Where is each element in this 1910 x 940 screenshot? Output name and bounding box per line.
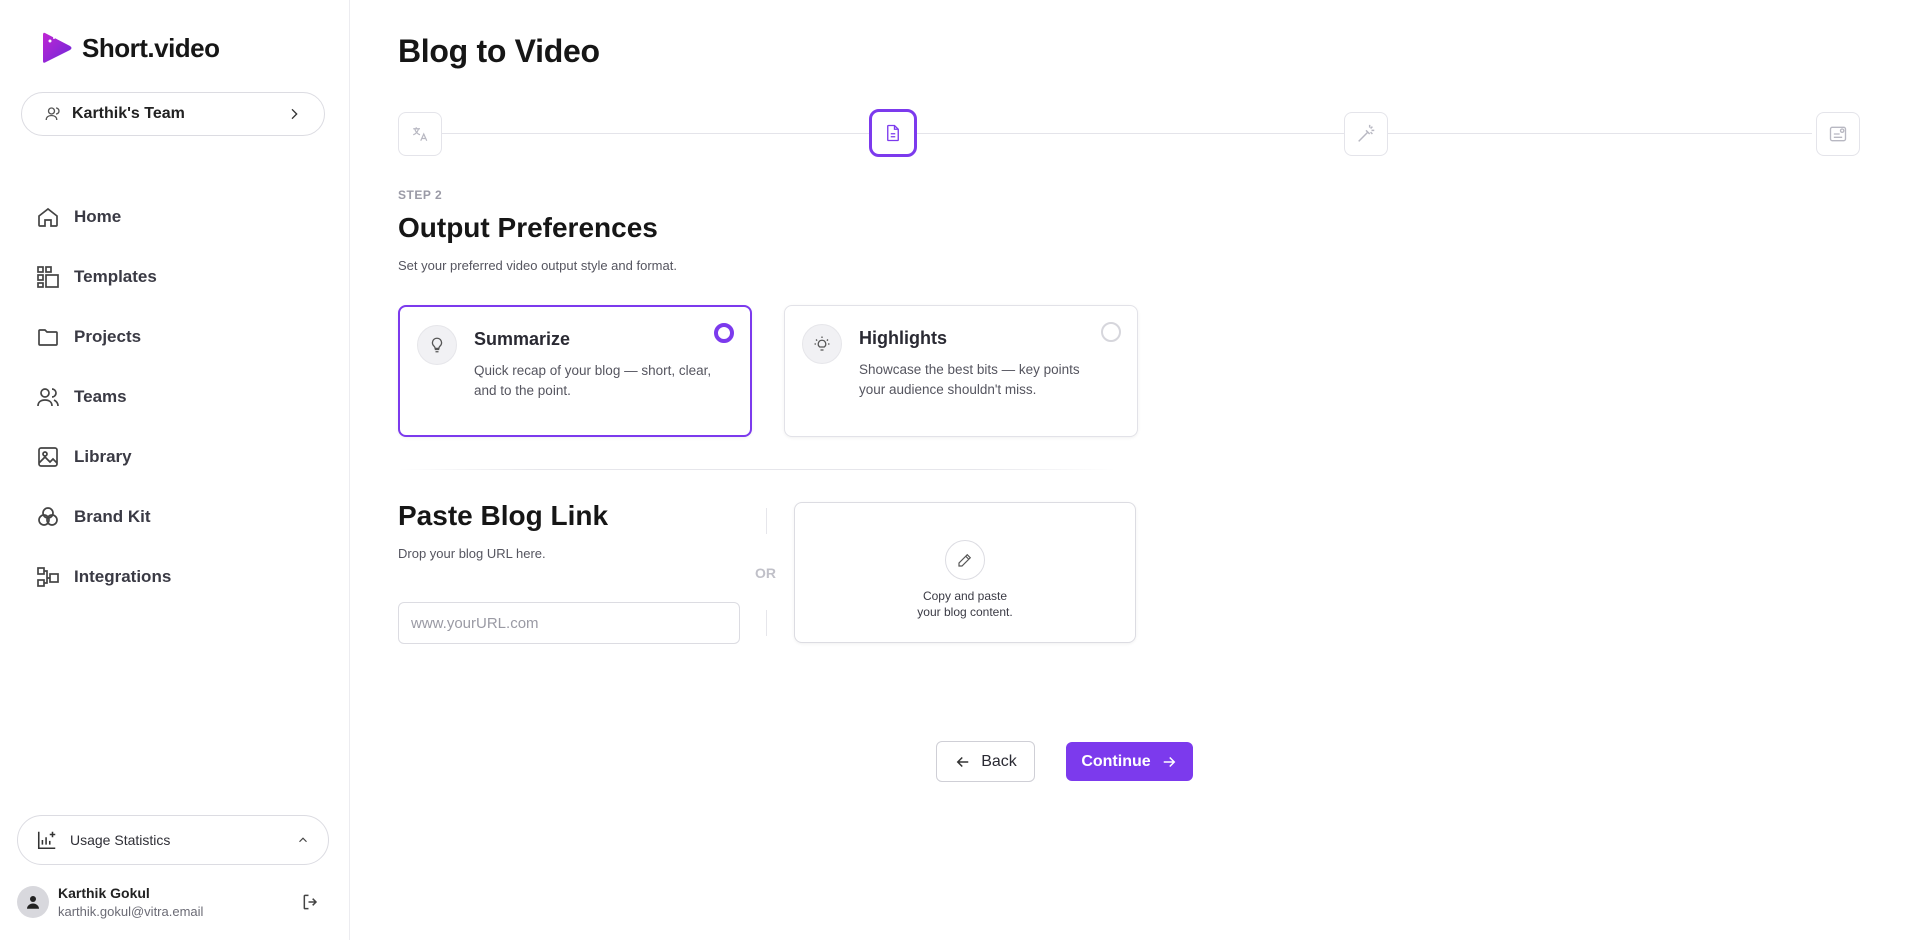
arrow-left-icon — [956, 756, 969, 767]
or-label: OR — [755, 565, 776, 581]
option-summarize[interactable]: Summarize Quick recap of your blog — sho… — [398, 305, 752, 437]
sidebar-item-label: Projects — [74, 327, 142, 346]
sidebar-item-projects[interactable]: Projects — [36, 307, 171, 367]
back-label: Back — [981, 752, 1017, 770]
user-profile: Karthik Gokul karthik.gokul@vitra.email — [17, 880, 329, 924]
sidebar-item-label: Home — [74, 207, 122, 226]
lightbulb-icon — [417, 325, 457, 365]
stepper-track — [442, 133, 1812, 134]
magic-wand-icon — [1358, 124, 1375, 142]
finalize-icon — [1829, 126, 1847, 142]
sidebar-item-label: Teams — [74, 387, 127, 406]
logo-icon — [43, 32, 72, 63]
or-divider-bottom — [766, 610, 767, 636]
main-nav: Home Templates Projects Teams Library Br… — [36, 187, 171, 607]
continue-button[interactable]: Continue — [1066, 742, 1193, 781]
page-title: Blog to Video — [398, 33, 600, 69]
document-icon — [887, 124, 899, 142]
option-radio[interactable] — [714, 323, 734, 343]
image-icon — [38, 447, 58, 467]
user-info: Karthik Gokul karthik.gokul@vitra.email — [58, 885, 301, 919]
step-3-magic[interactable] — [1344, 112, 1388, 156]
team-name: Karthik's Team — [72, 105, 185, 122]
home-icon — [38, 207, 58, 227]
usage-statistics-toggle[interactable]: Usage Statistics — [17, 815, 329, 865]
option-description: Showcase the best bits — key points your… — [859, 362, 1080, 397]
team-switcher[interactable]: Karthik's Team — [21, 92, 325, 136]
users-icon — [37, 388, 59, 407]
step-1-translate[interactable] — [398, 112, 442, 156]
avatar[interactable] — [17, 886, 49, 918]
user-email: karthik.gokul@vitra.email — [58, 904, 204, 919]
logo-text: Short.video — [82, 32, 220, 63]
option-description: Quick recap of your blog — short, clear,… — [474, 363, 712, 398]
pencil-icon — [945, 540, 985, 580]
logo[interactable]: Short.video — [38, 30, 220, 66]
continue-label: Continue — [1081, 752, 1151, 770]
step-4-finalize[interactable] — [1816, 112, 1860, 156]
chevron-right-icon — [291, 108, 298, 120]
sidebar-item-home[interactable]: Home — [36, 187, 171, 247]
usage-statistics-label: Usage Statistics — [70, 832, 171, 848]
option-title: Highlights — [859, 328, 947, 348]
sidebar: Short.video Karthik's Team Home Template… — [0, 0, 350, 940]
step-2-document[interactable] — [869, 109, 917, 157]
paste-box-text: Copy and paste your blog content. — [795, 588, 1135, 620]
paste-box-line-1: Copy and paste — [922, 589, 1008, 603]
chevron-up-icon — [299, 837, 307, 843]
section-divider — [398, 469, 1116, 470]
section-subtitle: Set your preferred video output style an… — [398, 258, 677, 273]
sidebar-item-teams[interactable]: Teams — [36, 367, 171, 427]
sidebar-item-label: Integrations — [74, 567, 172, 586]
blog-url-input[interactable] — [398, 602, 740, 644]
paste-box-line-2: your blog content. — [917, 605, 1013, 619]
back-button[interactable]: Back — [936, 741, 1035, 782]
sidebar-item-label: Brand Kit — [74, 507, 151, 526]
paste-title: Paste Blog Link — [398, 500, 609, 531]
templates-icon — [37, 266, 59, 288]
option-radio[interactable] — [1101, 322, 1121, 342]
logout-icon[interactable] — [301, 892, 321, 912]
sidebar-item-templates[interactable]: Templates — [36, 247, 171, 307]
brand-kit-icon — [38, 507, 58, 526]
or-divider-top — [766, 508, 767, 534]
user-silhouette-icon — [27, 896, 39, 909]
sidebar-item-label: Library — [74, 447, 132, 466]
sidebar-item-integrations[interactable]: Integrations — [36, 547, 171, 607]
paste-content-box[interactable]: Copy and paste your blog content. — [794, 502, 1136, 643]
folder-icon — [38, 329, 58, 346]
sidebar-item-brand-kit[interactable]: Brand Kit — [36, 487, 171, 547]
option-title: Summarize — [474, 329, 571, 349]
integrations-icon — [37, 567, 59, 587]
section-title: Output Preferences — [398, 212, 658, 243]
team-user-icon — [45, 107, 60, 121]
step-kicker: STEP 2 — [398, 188, 443, 202]
bar-chart-icon — [37, 831, 56, 850]
main-content: Blog to Video STEP 2 Output Preferences … — [350, 0, 1910, 940]
sidebar-item-library[interactable]: Library — [36, 427, 171, 487]
user-name: Karthik Gokul — [58, 885, 150, 901]
idea-spark-icon — [802, 324, 842, 364]
sidebar-item-label: Templates — [74, 267, 157, 286]
arrow-right-icon — [1163, 756, 1175, 767]
option-highlights[interactable]: Highlights Showcase the best bits — key … — [784, 305, 1138, 437]
paste-subtitle: Drop your blog URL here. — [398, 546, 546, 561]
translate-icon — [413, 127, 428, 141]
